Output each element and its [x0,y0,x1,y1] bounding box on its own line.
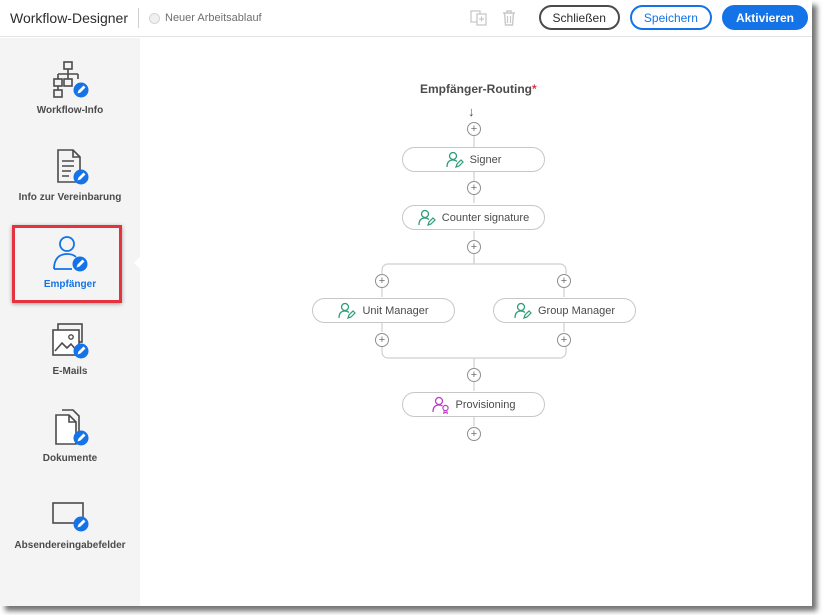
routing-title-text: Empfänger-Routing [420,82,532,96]
status-indicator [149,12,160,24]
step-label: Provisioning [455,398,516,411]
sidebar-item-emails[interactable]: E-Mails [0,321,140,401]
add-step-button[interactable]: + [467,181,481,195]
trash-icon[interactable] [499,8,519,28]
app-title: Workflow-Designer [10,10,128,26]
step-label: Signer [469,153,502,166]
sidebar-item-agreement-info[interactable]: Info zur Vereinbarung [0,147,140,227]
workflow-hierarchy-icon [50,60,90,100]
signer-user-icon [338,302,357,319]
sidebar: Workflow-Info Info zur Vereinbarung Empf… [0,38,141,606]
top-bar: Workflow-Designer Neuer Arbeitsablauf Sc… [0,0,812,37]
save-button[interactable]: Speichern [629,5,712,30]
step-unit-manager[interactable]: Unit Manager [312,298,455,323]
step-label: Counter signature [441,211,530,224]
user-icon [50,234,90,274]
add-step-button[interactable]: + [557,333,571,347]
add-step-button[interactable]: + [557,274,571,288]
documents-icon [50,408,90,448]
close-button[interactable]: Schließen [538,5,620,30]
step-label: Unit Manager [362,304,429,317]
input-field-icon [50,495,90,535]
sidebar-item-label: E-Mails [52,366,88,377]
required-mark: * [532,82,537,96]
workflow-name: Neuer Arbeitsablauf [165,12,262,24]
activate-button[interactable]: Aktivieren [721,5,808,30]
sidebar-item-recipients[interactable]: Empfänger [0,234,140,314]
signer-user-icon [445,151,464,168]
signer-user-icon [514,302,532,319]
document-info-icon [50,147,90,187]
step-label: Group Manager [537,304,616,317]
sidebar-item-label: Dokumente [42,453,98,464]
signer-user-icon [418,209,436,226]
sidebar-item-label: Workflow-Info [36,105,104,116]
add-step-button[interactable]: + [467,240,481,254]
header-actions: Schließen Speichern Aktivieren [469,5,808,30]
sidebar-item-label: Empfänger [43,279,97,290]
sidebar-item-documents[interactable]: Dokumente [0,408,140,488]
routing-title: Empfänger-Routing* [420,82,537,96]
step-provisioning[interactable]: Provisioning [402,392,545,417]
sidebar-item-sender-input-fields[interactable]: Absendereingabefelder [0,495,140,575]
add-step-button[interactable]: + [467,427,481,441]
step-signer[interactable]: Signer [402,147,545,172]
sidebar-item-workflow-info[interactable]: Workflow-Info [0,60,140,140]
add-step-button[interactable]: + [467,368,481,382]
copy-icon[interactable] [469,8,489,28]
down-arrow-icon: ↓ [468,104,475,119]
step-counter-signature[interactable]: Counter signature [402,205,545,230]
add-step-button[interactable]: + [375,274,389,288]
add-step-button[interactable]: + [375,333,389,347]
sidebar-item-label: Absendereingabefelder [14,540,126,551]
provisioning-user-icon [431,396,449,414]
routing-canvas: Empfänger-Routing* ↓ + Signer + Counter … [140,38,812,606]
image-mail-icon [50,321,90,361]
app-window: Workflow-Designer Neuer Arbeitsablauf Sc… [0,0,812,606]
sidebar-item-label: Info zur Vereinbarung [18,192,122,203]
header-divider [138,8,139,28]
add-step-button[interactable]: + [467,122,481,136]
step-group-manager[interactable]: Group Manager [493,298,636,323]
